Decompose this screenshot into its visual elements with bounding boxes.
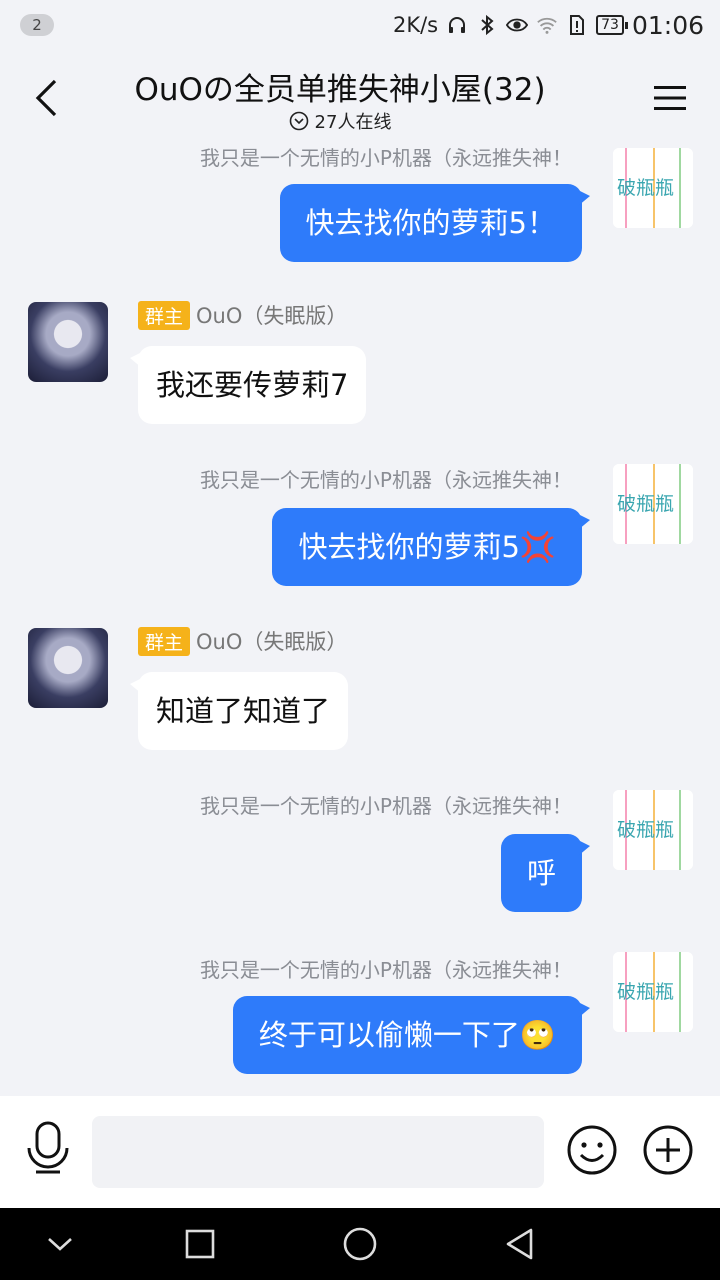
nav-back-button[interactable] <box>500 1224 540 1264</box>
status-bar: 2 2K/s 73 01:06 <box>0 0 720 50</box>
emoji-button[interactable] <box>566 1124 618 1176</box>
avatar-image: 破瓶瓶 <box>613 148 693 228</box>
bluetooth-icon <box>476 14 498 36</box>
emoji-icon <box>567 1125 617 1175</box>
sim-alert-icon <box>566 14 588 36</box>
sender-name: OuO（失眠版） <box>196 630 348 654</box>
message-input[interactable] <box>92 1116 544 1188</box>
mic-icon <box>27 1121 69 1174</box>
nav-back-icon <box>506 1228 533 1260</box>
avatar-text: 破瓶瓶 <box>617 177 674 199</box>
avatar[interactable] <box>28 302 108 382</box>
notification-count-badge: 2 <box>20 14 54 36</box>
message-bubble[interactable]: 我还要传萝莉7 <box>129 346 367 424</box>
back-button[interactable] <box>26 76 66 120</box>
message-bubble[interactable]: 呼 <box>500 834 591 912</box>
eye-icon <box>506 14 529 36</box>
avatar-image: 破瓶瓶 <box>613 464 693 544</box>
avatar[interactable]: 破瓶瓶 <box>613 148 693 228</box>
sender-name: 我只是一个无情的小P机器（永远推失神！ <box>199 468 572 492</box>
nav-down-button[interactable] <box>40 1224 80 1264</box>
sender-name: 我只是一个无情的小P机器（永远推失神！ <box>199 958 572 982</box>
clock: 01:06 <box>631 10 704 40</box>
avatar[interactable]: 破瓶瓶 <box>613 952 693 1032</box>
status-icons: 2K/s 73 01:06 <box>393 8 704 42</box>
wifi-icon <box>536 14 558 36</box>
sender-name: 我只是一个无情的小P机器（永远推失神！ <box>199 146 572 170</box>
nav-recents-icon <box>185 1229 215 1259</box>
back-icon <box>35 79 57 117</box>
chat-header: OuOの全员单推失神小屋(32) 27人在线 <box>0 50 720 140</box>
nav-down-icon <box>48 1238 72 1251</box>
message-list[interactable]: 我只是一个无情的小P机器（永远推失神！ 破瓶瓶 快去找你的萝莉5！ 群主 OuO… <box>0 140 720 1096</box>
voice-button[interactable] <box>22 1120 74 1176</box>
battery-level: 73 <box>596 15 628 35</box>
group-title[interactable]: OuOの全员单推失神小屋(32) <box>100 64 580 109</box>
nav-recents-button[interactable] <box>180 1224 220 1264</box>
avatar[interactable] <box>28 628 108 708</box>
avatar-text: 破瓶瓶 <box>617 493 674 515</box>
nav-home-icon <box>343 1227 377 1261</box>
avatar-image: 破瓶瓶 <box>613 952 693 1032</box>
avatar[interactable]: 破瓶瓶 <box>613 464 693 544</box>
message-bubble[interactable]: 知道了知道了 <box>129 672 349 750</box>
message-bubble[interactable]: 快去找你的萝莉5！ <box>279 184 591 262</box>
online-count-label: 27人在线 <box>314 112 392 133</box>
avatar-text: 破瓶瓶 <box>617 819 674 841</box>
system-nav-bar <box>0 1208 720 1280</box>
menu-icon <box>654 86 686 110</box>
message-bubble[interactable]: 终于可以偷懒一下了🙄 <box>232 996 591 1074</box>
avatar-image: 破瓶瓶 <box>613 790 693 870</box>
online-count[interactable]: 27人在线 <box>100 108 580 134</box>
network-speed: 2K/s <box>392 13 439 37</box>
headphones-icon <box>446 14 468 36</box>
plus-icon <box>643 1125 693 1175</box>
sender-info: 群主 OuO（失眠版） <box>138 626 347 656</box>
nav-home-button[interactable] <box>340 1224 380 1264</box>
input-bar <box>0 1096 720 1208</box>
owner-badge: 群主 <box>138 626 191 656</box>
more-button[interactable] <box>642 1124 694 1176</box>
avatar-text: 破瓶瓶 <box>617 981 674 1003</box>
sender-name: 我只是一个无情的小P机器（永远推失神！ <box>199 794 572 818</box>
message-bubble[interactable]: 快去找你的萝莉5💢 <box>272 508 590 586</box>
chevron-circle-icon <box>289 111 308 131</box>
avatar[interactable]: 破瓶瓶 <box>613 790 693 870</box>
menu-button[interactable] <box>650 78 690 118</box>
sender-info: 群主 OuO（失眠版） <box>138 300 347 330</box>
owner-badge: 群主 <box>138 300 191 330</box>
sender-name: OuO（失眠版） <box>196 304 348 328</box>
